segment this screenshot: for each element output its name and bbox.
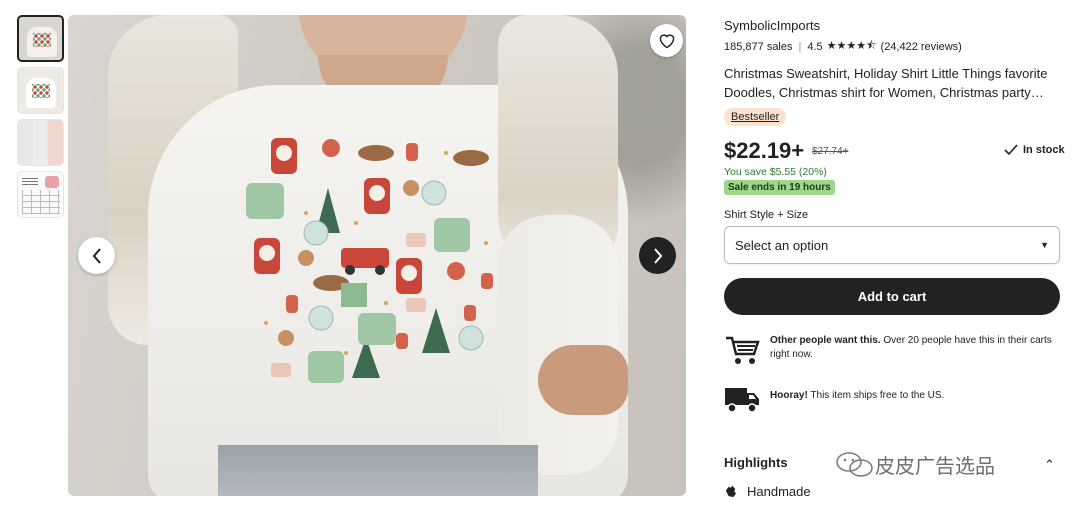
hand-icon: [725, 485, 737, 498]
wechat-icon: [836, 451, 873, 477]
cart-icon: [726, 336, 760, 364]
chevron-right-icon: [653, 247, 662, 264]
review-count-link[interactable]: (24,422 reviews): [881, 41, 962, 53]
shirt-style-size-select[interactable]: Select an option ▼: [724, 226, 1060, 264]
sales-count: 185,877 sales: [724, 40, 793, 53]
sale-ends-badge: Sale ends in 19 hours: [724, 180, 835, 195]
chevron-left-icon: [92, 247, 101, 264]
check-icon: [1004, 144, 1018, 156]
add-to-cart-button[interactable]: Add to cart: [724, 278, 1060, 315]
thumbnail-3[interactable]: [17, 119, 64, 166]
stock-status: In stock: [1004, 144, 1065, 156]
option-label: Shirt Style + Size: [724, 209, 809, 221]
thumbnail-1[interactable]: [17, 15, 64, 62]
favorite-button[interactable]: [650, 24, 683, 57]
shop-name-link[interactable]: SymbolicImports: [724, 18, 820, 33]
bestseller-badge[interactable]: Bestseller: [724, 108, 787, 126]
product-image: [68, 15, 686, 496]
next-image-button[interactable]: [639, 237, 676, 274]
previous-image-button[interactable]: [78, 237, 115, 274]
dropdown-arrow-icon: ▼: [1040, 240, 1049, 250]
watermark: 皮皮广告选品: [835, 450, 995, 479]
heart-icon: [659, 33, 674, 48]
shop-meta: 185,877 sales | 4.5 ★★★★⯪ (24,422 review…: [724, 37, 962, 56]
thumbnail-4[interactable]: [17, 171, 64, 218]
shipping-notice: Hooray! This item ships free to the US.: [724, 382, 1055, 414]
highlights-heading[interactable]: Highlights: [724, 455, 788, 470]
collapse-highlights-chevron-up-icon[interactable]: ⌃: [1044, 457, 1055, 473]
original-price: $27.74+: [812, 146, 849, 157]
demand-notice: Other people want this. Over 20 people h…: [724, 334, 1055, 366]
christmas-doodle-print: [246, 123, 504, 385]
truck-icon: [725, 388, 759, 413]
rating-value: 4.5: [807, 40, 823, 53]
current-price: $22.19+: [724, 138, 805, 163]
savings-text: You save $5.55 (20%): [724, 166, 827, 178]
thumbnail-strip: [17, 15, 64, 223]
highlight-handmade: Handmade: [724, 484, 811, 499]
star-rating-icon: ★★★★⯪: [826, 40, 877, 52]
thumbnail-2[interactable]: [17, 67, 64, 114]
listing-title: Christmas Sweatshirt, Holiday Shirt Litt…: [724, 66, 1048, 100]
